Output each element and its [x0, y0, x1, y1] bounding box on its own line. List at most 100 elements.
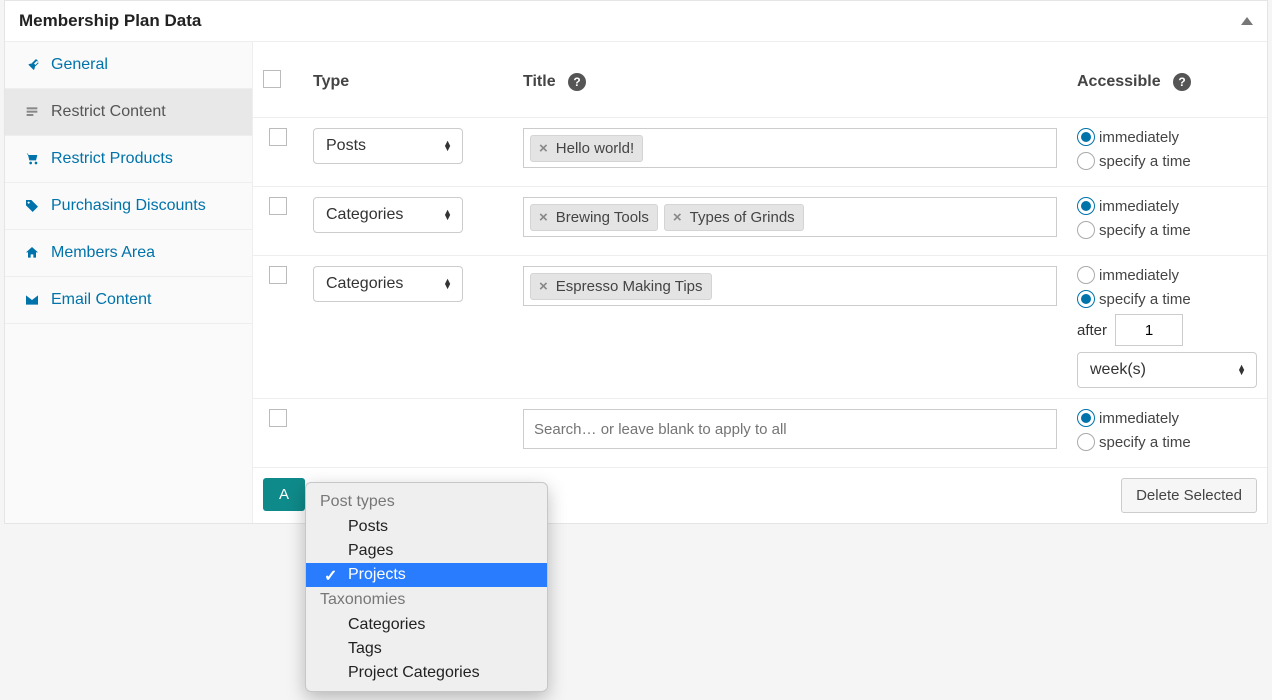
wrench-icon: [23, 57, 41, 73]
rule-row: ▲▼ immediately specify a time: [253, 399, 1267, 468]
home-icon: [23, 245, 41, 261]
tab-restrict-products[interactable]: Restrict Products: [5, 136, 252, 183]
tab-label: Restrict Content: [51, 103, 166, 121]
tag-icon: [23, 198, 41, 214]
after-value-input[interactable]: [1115, 314, 1183, 346]
add-rule-button[interactable]: A: [263, 478, 305, 511]
type-select[interactable]: Posts ▲▼: [313, 128, 463, 164]
col-access-header: Accessible ?: [1067, 46, 1267, 118]
remove-tag-icon[interactable]: ×: [673, 209, 682, 226]
membership-panel: Membership Plan Data General Restrict Co…: [4, 0, 1268, 524]
access-label: specify a time: [1099, 222, 1191, 239]
tag-text: Hello world!: [556, 140, 634, 157]
dropdown-option-posts[interactable]: Posts: [306, 515, 547, 539]
updown-icon: ▲▼: [443, 210, 452, 220]
access-label: immediately: [1099, 198, 1179, 215]
dropdown-option-pages[interactable]: Pages: [306, 539, 547, 563]
tag-text: Espresso Making Tips: [556, 278, 703, 295]
title-tagbox[interactable]: × Hello world!: [523, 128, 1057, 168]
title-tag[interactable]: × Types of Grinds: [664, 204, 804, 231]
col-type-header: Type: [303, 46, 513, 118]
unit-select[interactable]: week(s) ▲▼: [1077, 352, 1257, 388]
updown-icon: ▲▼: [1237, 365, 1246, 375]
title-tagbox[interactable]: [523, 409, 1057, 449]
access-label: specify a time: [1099, 291, 1191, 308]
title-tag[interactable]: × Brewing Tools: [530, 204, 658, 231]
remove-tag-icon[interactable]: ×: [539, 140, 548, 157]
rules-area: Type Title ? Accessible ?: [253, 42, 1267, 523]
title-tagbox[interactable]: × Brewing Tools × Types of Grinds: [523, 197, 1057, 237]
access-specify-radio[interactable]: [1077, 152, 1095, 170]
type-value: Categories: [326, 206, 403, 224]
tab-purchasing-discounts[interactable]: Purchasing Discounts: [5, 183, 252, 230]
tab-label: Purchasing Discounts: [51, 197, 206, 215]
access-specify-radio[interactable]: [1077, 221, 1095, 239]
cart-icon: [23, 151, 41, 167]
select-all-checkbox[interactable]: [263, 70, 281, 88]
tag-text: Types of Grinds: [690, 209, 795, 226]
col-title-header: Title ?: [513, 46, 1067, 118]
type-select[interactable]: Categories ▲▼: [313, 197, 463, 233]
dropdown-option-project-categories[interactable]: Project Categories: [306, 661, 547, 685]
panel-title: Membership Plan Data: [19, 11, 201, 31]
type-dropdown[interactable]: Post types Posts Pages Projects Taxonomi…: [305, 482, 548, 692]
dropdown-option-projects[interactable]: Projects: [306, 563, 547, 587]
type-value: Posts: [326, 137, 366, 155]
row-checkbox[interactable]: [269, 266, 287, 284]
tab-email-content[interactable]: Email Content: [5, 277, 252, 324]
mail-icon: [23, 292, 41, 308]
doc-icon: [23, 104, 41, 120]
panel-header: Membership Plan Data: [5, 1, 1267, 42]
collapse-toggle-icon[interactable]: [1241, 17, 1253, 25]
dropdown-group: Taxonomies: [306, 587, 547, 613]
dropdown-group: Post types: [306, 489, 547, 515]
tab-label: Members Area: [51, 244, 155, 262]
updown-icon: ▲▼: [443, 279, 452, 289]
dropdown-option-categories[interactable]: Categories: [306, 613, 547, 637]
updown-icon: ▲▼: [443, 141, 452, 151]
access-label: specify a time: [1099, 434, 1191, 451]
tab-label: General: [51, 56, 108, 74]
settings-tabs: General Restrict Content Restrict Produc…: [5, 42, 253, 523]
tab-members-area[interactable]: Members Area: [5, 230, 252, 277]
access-immediately-radio[interactable]: [1077, 197, 1095, 215]
type-select[interactable]: Categories ▲▼: [313, 266, 463, 302]
access-immediately-radio[interactable]: [1077, 409, 1095, 427]
after-label: after: [1077, 322, 1107, 339]
remove-tag-icon[interactable]: ×: [539, 278, 548, 295]
tab-general[interactable]: General: [5, 42, 252, 89]
panel-body: General Restrict Content Restrict Produc…: [5, 42, 1267, 523]
access-immediately-radio[interactable]: [1077, 128, 1095, 146]
row-checkbox[interactable]: [269, 197, 287, 215]
delete-selected-button[interactable]: Delete Selected: [1121, 478, 1257, 513]
access-specify-radio[interactable]: [1077, 433, 1095, 451]
tag-text: Brewing Tools: [556, 209, 649, 226]
access-label: specify a time: [1099, 153, 1191, 170]
add-button-text: A: [279, 486, 289, 503]
rule-row: Posts ▲▼ × Hello world!: [253, 118, 1267, 187]
title-tag[interactable]: × Hello world!: [530, 135, 643, 162]
help-icon[interactable]: ?: [1173, 73, 1191, 91]
type-value: Categories: [326, 275, 403, 293]
title-tag[interactable]: × Espresso Making Tips: [530, 273, 712, 300]
row-checkbox[interactable]: [269, 409, 287, 427]
title-search-input[interactable]: [530, 415, 1050, 444]
row-checkbox[interactable]: [269, 128, 287, 146]
tab-label: Email Content: [51, 291, 152, 309]
delete-button-text: Delete Selected: [1136, 487, 1242, 504]
dropdown-option-tags[interactable]: Tags: [306, 637, 547, 661]
tab-restrict-content[interactable]: Restrict Content: [5, 89, 252, 136]
tab-label: Restrict Products: [51, 150, 173, 168]
access-label: immediately: [1099, 267, 1179, 284]
access-specify-radio[interactable]: [1077, 290, 1095, 308]
rule-row: Categories ▲▼ × Espresso Making Tips: [253, 256, 1267, 399]
access-immediately-radio[interactable]: [1077, 266, 1095, 284]
access-label: immediately: [1099, 410, 1179, 427]
help-icon[interactable]: ?: [568, 73, 586, 91]
rule-row: Categories ▲▼ × Brewing Tools: [253, 187, 1267, 256]
title-tagbox[interactable]: × Espresso Making Tips: [523, 266, 1057, 306]
col-title-text: Title: [523, 73, 556, 90]
rules-table: Type Title ? Accessible ?: [253, 46, 1267, 523]
col-access-text: Accessible: [1077, 73, 1161, 90]
remove-tag-icon[interactable]: ×: [539, 209, 548, 226]
